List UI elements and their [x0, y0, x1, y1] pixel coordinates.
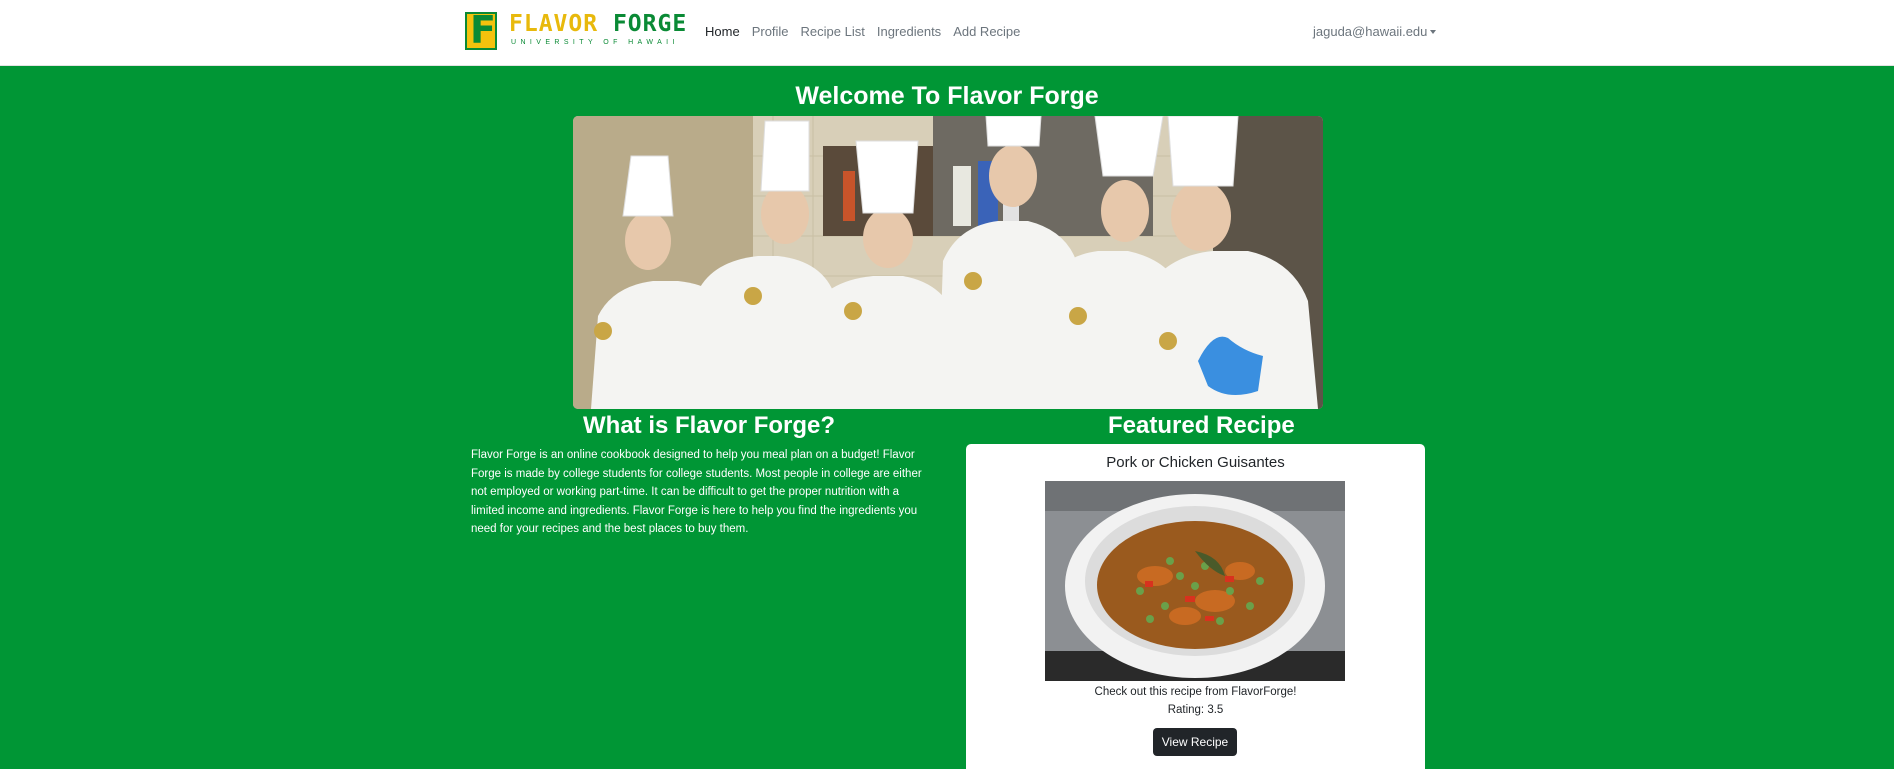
stew-pot-photo [1045, 481, 1345, 681]
recipe-image [1045, 481, 1345, 681]
brand-wordmark-forge: FORGE [612, 11, 688, 37]
nav-link-add-recipe[interactable]: Add Recipe [953, 24, 1020, 39]
hero-image [573, 116, 1323, 409]
nav-links: Home Profile Recipe List Ingredients Add… [705, 24, 1032, 39]
about-title: What is Flavor Forge? [583, 412, 836, 439]
view-recipe-button[interactable]: View Recipe [1153, 728, 1237, 756]
logo-letter: F [470, 8, 496, 52]
f-letter-logo-icon: F [465, 8, 497, 52]
brand-wordmark: FLAVOR FORGE [509, 13, 687, 36]
recipe-description: Check out this recipe from FlavorForge! [1094, 686, 1297, 698]
top-navbar: F FLAVOR FORGE UNIVERSITY OF HAWAII Home… [0, 0, 1894, 66]
page-title: Welcome To Flavor Forge [795, 82, 1099, 110]
featured-title: Featured Recipe [1108, 412, 1295, 439]
brand-logo[interactable]: F FLAVOR FORGE UNIVERSITY OF HAWAII [465, 8, 686, 52]
nav-link-home[interactable]: Home [705, 24, 740, 39]
user-dropdown[interactable]: jaguda@hawaii.edu [1313, 24, 1437, 39]
main-content: Welcome To Flavor Forge What is Flavor F… [0, 66, 1894, 774]
nav-link-profile[interactable]: Profile [752, 24, 789, 39]
recipe-name: Pork or Chicken Guisantes [1106, 454, 1285, 471]
nav-link-recipe-list[interactable]: Recipe List [801, 24, 865, 39]
featured-recipe-card: Pork or Chicken Guisantes Check out this… [966, 444, 1425, 774]
brand-wordmark-flavor: FLAVOR [509, 11, 599, 37]
about-description: Flavor Forge is an online cookbook desig… [471, 449, 922, 535]
brand-tagline: UNIVERSITY OF HAWAII [511, 39, 679, 46]
user-email: jaguda@hawaii.edu [1313, 24, 1428, 39]
chevron-down-icon [1430, 30, 1437, 34]
chefs-group-photo [573, 116, 1323, 409]
nav-link-ingredients[interactable]: Ingredients [877, 24, 941, 39]
recipe-rating: Rating: 3.5 [1167, 704, 1224, 716]
